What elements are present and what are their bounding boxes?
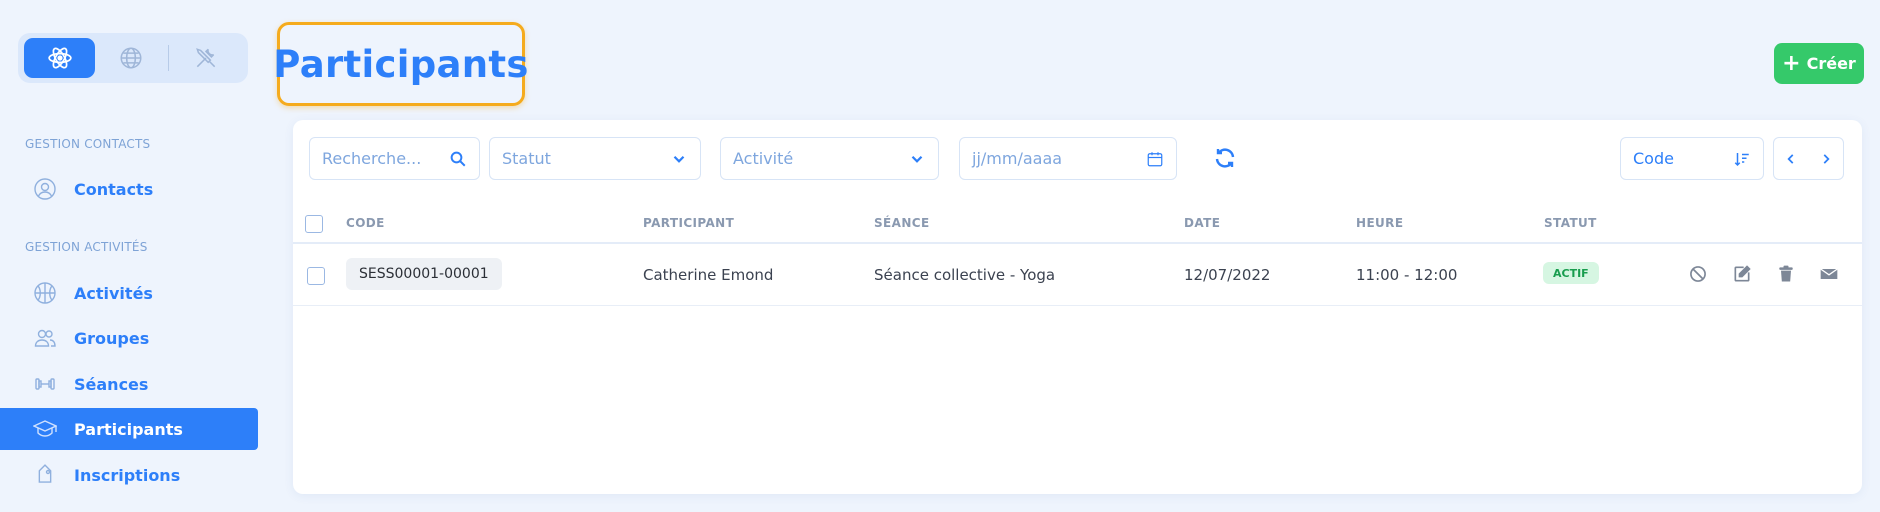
- search-input[interactable]: [322, 149, 432, 168]
- column-header-date[interactable]: DATE: [1184, 216, 1220, 230]
- tag-icon: [32, 462, 58, 488]
- users-icon: [32, 325, 58, 351]
- status-badge: ACTIF: [1543, 262, 1599, 284]
- user-circle-icon: [32, 176, 58, 202]
- sidebar-item-label: Activités: [74, 283, 153, 303]
- mode-atom-button[interactable]: [24, 38, 95, 78]
- ban-icon: [1690, 266, 1706, 282]
- search-field[interactable]: [309, 137, 480, 180]
- sidebar-item-label: Séances: [74, 374, 149, 394]
- sort-desc-icon: [1734, 152, 1749, 166]
- status-select[interactable]: Statut: [489, 137, 701, 180]
- date-field-placeholder: jj/mm/aaaa: [972, 149, 1063, 168]
- date-field[interactable]: jj/mm/aaaa: [959, 137, 1177, 180]
- refresh-icon: [1215, 148, 1235, 168]
- pagination: [1773, 137, 1844, 180]
- edit-button[interactable]: [1732, 264, 1752, 288]
- delete-button[interactable]: [1776, 264, 1796, 288]
- mode-tools-button[interactable]: [171, 38, 242, 78]
- search-icon: [450, 151, 466, 166]
- sidebar-item-label: Groupes: [74, 328, 150, 348]
- create-button[interactable]: + Créer: [1774, 43, 1864, 84]
- row-seance: Séance collective - Yoga: [874, 266, 1056, 284]
- sidebar-item-activites[interactable]: Activités: [0, 272, 258, 314]
- envelope-icon: [1820, 268, 1838, 279]
- sidebar-section-contacts: GESTION CONTACTS: [25, 137, 151, 151]
- chevron-down-icon: [673, 155, 685, 163]
- sidebar-item-participants[interactable]: Participants: [0, 408, 258, 450]
- calendar-icon: [1147, 151, 1163, 166]
- trash-icon: [1779, 265, 1793, 282]
- next-page-button[interactable]: [1816, 152, 1836, 166]
- column-header-seance[interactable]: SÉANCE: [874, 216, 930, 230]
- edit-icon: [1734, 265, 1751, 282]
- page-title-box: Participants: [273, 22, 528, 106]
- email-button[interactable]: [1819, 264, 1839, 288]
- row-code: SESS00001-00001: [346, 258, 502, 290]
- sidebar-item-label: Inscriptions: [74, 465, 181, 485]
- status-select-label: Statut: [502, 149, 551, 168]
- page-title: Participants: [273, 42, 529, 86]
- activity-select-label: Activité: [733, 149, 794, 168]
- column-header-code[interactable]: CODE: [346, 216, 385, 230]
- sidebar-section-activities: GESTION ACTIVITÉS: [25, 240, 148, 254]
- select-all-checkbox[interactable]: [305, 215, 323, 233]
- activity-select[interactable]: Activité: [720, 137, 939, 180]
- disable-button[interactable]: [1688, 264, 1708, 288]
- sidebar-item-contacts[interactable]: Contacts: [0, 168, 258, 210]
- dumbbell-icon: [32, 371, 58, 397]
- table-header: CODE PARTICIPANT SÉANCE DATE HEURE STATU…: [293, 204, 1862, 244]
- mode-globe-button[interactable]: [95, 38, 166, 78]
- column-header-participant[interactable]: PARTICIPANT: [643, 216, 734, 230]
- table-row[interactable]: SESS00001-00001 Catherine Emond Séance c…: [293, 246, 1862, 306]
- sort-select[interactable]: Code: [1620, 137, 1764, 180]
- participants-card: Statut Activité jj/mm/aaaa Code CODE PAR…: [293, 120, 1862, 494]
- sidebar-item-label: Participants: [74, 419, 183, 439]
- mode-separator: [168, 45, 169, 71]
- row-checkbox[interactable]: [307, 267, 325, 285]
- column-header-heure[interactable]: HEURE: [1356, 216, 1403, 230]
- create-button-label: Créer: [1806, 54, 1856, 73]
- row-heure: 11:00 - 12:00: [1356, 266, 1458, 284]
- graduation-cap-icon: [32, 416, 58, 442]
- chevron-left-icon: [1787, 153, 1794, 164]
- sidebar-item-inscriptions[interactable]: Inscriptions: [0, 454, 258, 496]
- sidebar-item-label: Contacts: [74, 179, 154, 199]
- column-header-statut[interactable]: STATUT: [1544, 216, 1597, 230]
- row-date: 12/07/2022: [1184, 266, 1271, 284]
- prev-page-button[interactable]: [1781, 152, 1801, 166]
- row-participant: Catherine Emond: [643, 266, 774, 284]
- sidebar-item-groupes[interactable]: Groupes: [0, 317, 258, 359]
- chevron-right-icon: [1823, 153, 1830, 164]
- mode-switcher: [18, 33, 248, 83]
- tools-icon: [196, 48, 216, 68]
- sort-select-label: Code: [1633, 149, 1674, 168]
- basketball-icon: [32, 280, 58, 306]
- refresh-button[interactable]: [1213, 146, 1237, 174]
- atom-icon: [47, 47, 72, 69]
- plus-icon: +: [1782, 50, 1801, 76]
- chevron-down-icon: [911, 155, 923, 163]
- globe-icon: [119, 47, 142, 69]
- sidebar-item-seances[interactable]: Séances: [0, 363, 258, 405]
